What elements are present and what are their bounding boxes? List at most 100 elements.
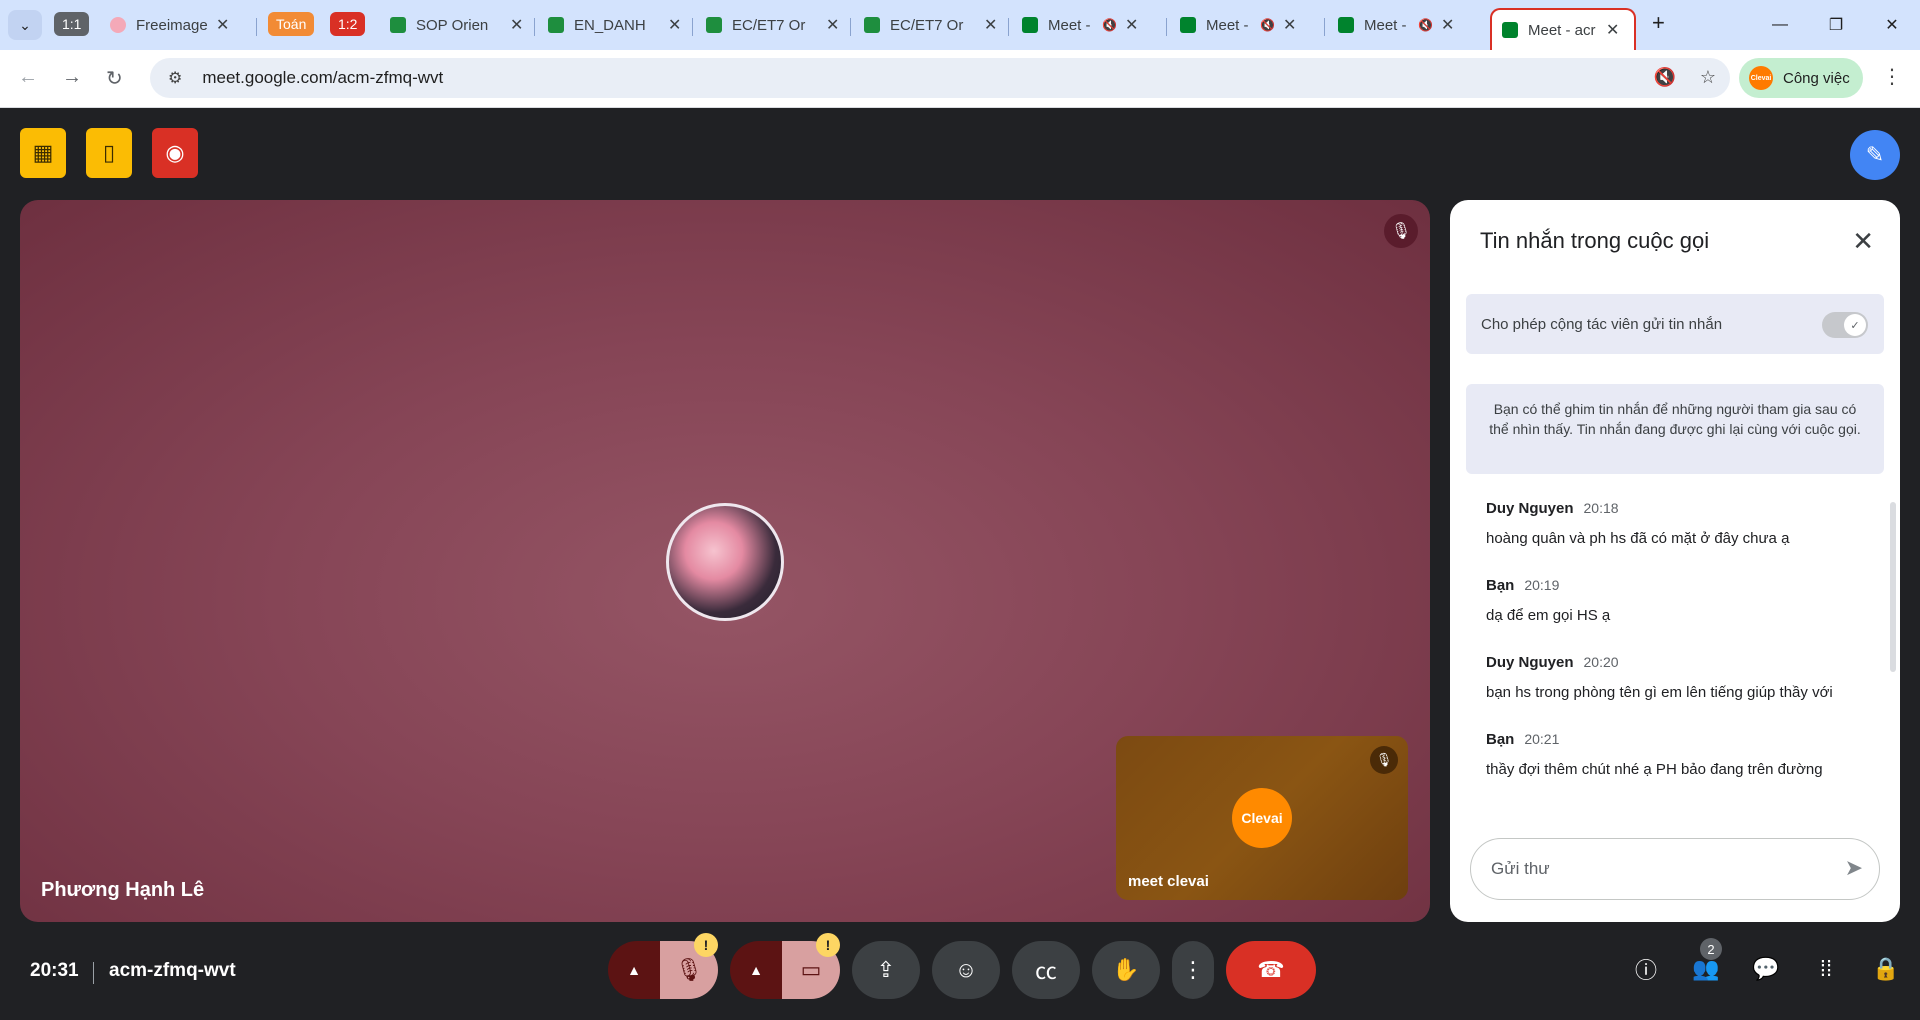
self-name: meet clevai bbox=[1128, 873, 1209, 890]
chat-permission-toggle[interactable]: ✓ bbox=[1822, 312, 1868, 338]
tab-freeimage[interactable]: Freeimage ✕ bbox=[100, 8, 239, 42]
tab-group-toan[interactable]: Toán bbox=[268, 12, 315, 36]
sheets-icon bbox=[548, 17, 564, 33]
chat-button[interactable]: 💬 bbox=[1746, 946, 1786, 992]
activities-button[interactable]: ⁞⁞ bbox=[1806, 946, 1846, 992]
participant-name: Phương Hạnh Lê bbox=[41, 879, 205, 901]
chevron-down-icon: ⌄ bbox=[19, 16, 31, 33]
tab-ec-et7-1[interactable]: EC/ET7 Or ✕ bbox=[696, 8, 849, 42]
hide-video-tool-button[interactable]: ▦ bbox=[20, 128, 66, 178]
magic-pen-icon: ✎ bbox=[1865, 142, 1885, 167]
chat-message: Bạn 20:19 dạ để em gọi HS ạ bbox=[1486, 577, 1611, 624]
apps-grid-icon: ⁞⁞ bbox=[1819, 956, 1833, 981]
mute-tab-icon[interactable]: 🔇 bbox=[1418, 18, 1433, 32]
close-tab-icon[interactable]: ✕ bbox=[1441, 15, 1454, 35]
meeting-info-button[interactable]: ⓘ bbox=[1626, 946, 1666, 992]
profile-button[interactable]: Clevai Công việc bbox=[1739, 58, 1863, 98]
sheets-icon bbox=[864, 17, 880, 33]
reactions-button[interactable]: ☺ bbox=[932, 941, 1000, 999]
tab-meet-3[interactable]: Meet - 🔇 ✕ bbox=[1328, 8, 1464, 42]
record-button[interactable]: ◉ bbox=[152, 128, 198, 178]
mic-off-icon: 🎙 bbox=[1370, 746, 1398, 774]
sheets-icon bbox=[390, 17, 406, 33]
lock-person-icon: 🔒 bbox=[1872, 956, 1900, 981]
participant-count-badge: 2 bbox=[1700, 938, 1722, 960]
self-avatar: Clevai bbox=[1232, 788, 1292, 848]
mic-off-icon: 🎙 bbox=[675, 957, 703, 982]
tab-meet-2[interactable]: Meet - 🔇 ✕ bbox=[1170, 8, 1306, 42]
effects-button[interactable]: ✎ bbox=[1850, 130, 1900, 180]
tab-en-danh[interactable]: EN_DANH ✕ bbox=[538, 8, 691, 42]
close-tab-icon[interactable]: ✕ bbox=[1606, 20, 1619, 40]
reload-icon[interactable]: ↻ bbox=[106, 66, 123, 91]
emoji-icon: ☺ bbox=[954, 957, 978, 982]
address-bar[interactable]: ⚙ meet.google.com/acm-zfmq-wvt 🔇 ☆ bbox=[150, 58, 1730, 98]
leave-room-tool-button[interactable]: ▯ bbox=[86, 128, 132, 178]
minimize-icon[interactable]: — bbox=[1752, 0, 1808, 50]
meet-icon bbox=[1022, 17, 1038, 33]
tab-muted-icon[interactable]: 🔇 bbox=[1653, 67, 1675, 88]
meet-window: ▦ ▯ ◉ ✎ 🎙 Phương Hạnh Lê 🎙 Clevai meet c… bbox=[0, 108, 1920, 1020]
close-tab-icon[interactable]: ✕ bbox=[668, 15, 681, 35]
browser-menu-icon[interactable]: ⋮ bbox=[1882, 64, 1902, 89]
new-tab-button[interactable]: + bbox=[1652, 10, 1665, 36]
present-screen-button[interactable]: ⇪ bbox=[852, 941, 920, 999]
close-tab-icon[interactable]: ✕ bbox=[1283, 15, 1296, 35]
camera-control: ▲ ▭ ! bbox=[730, 933, 840, 999]
tab-ec-et7-2[interactable]: EC/ET7 Or ✕ bbox=[854, 8, 1007, 42]
camera-off-icon: ▭ bbox=[800, 957, 822, 982]
tab-meet-active[interactable]: Meet - acr ✕ bbox=[1490, 8, 1636, 50]
chat-icon: 💬 bbox=[1752, 956, 1780, 981]
close-tab-icon[interactable]: ✕ bbox=[216, 15, 229, 35]
captions-button[interactable]: ㏄ bbox=[1012, 941, 1080, 999]
people-button[interactable]: 👥 2 bbox=[1686, 938, 1726, 992]
close-tab-icon[interactable]: ✕ bbox=[826, 15, 839, 35]
profile-avatar: Clevai bbox=[1749, 66, 1773, 90]
leave-call-button[interactable]: ☎ bbox=[1226, 941, 1316, 999]
close-chat-icon[interactable]: ✕ bbox=[1852, 226, 1874, 257]
no-video-icon: ▦ bbox=[32, 140, 54, 165]
chat-message: Bạn 20:21 thầy đợi thêm chút nhé ạ PH bảo… bbox=[1486, 731, 1823, 778]
meeting-clock: 20:31 bbox=[30, 960, 79, 981]
chat-scrollbar[interactable] bbox=[1890, 502, 1896, 672]
sheets-icon bbox=[706, 17, 722, 33]
chevron-up-icon: ▲ bbox=[627, 962, 641, 978]
tab-group-1-1[interactable]: 1:1 bbox=[54, 12, 90, 36]
tab-search-button[interactable]: ⌄ bbox=[8, 10, 42, 40]
raise-hand-button[interactable]: ✋ bbox=[1092, 941, 1160, 999]
tab-meet-1[interactable]: Meet - 🔇 ✕ bbox=[1012, 8, 1148, 42]
back-arrow-icon[interactable]: ← bbox=[18, 66, 38, 89]
end-call-icon: ☎ bbox=[1257, 957, 1285, 982]
close-window-icon[interactable]: ✕ bbox=[1864, 0, 1920, 50]
send-icon[interactable]: ➤ bbox=[1845, 855, 1863, 881]
video-options-button[interactable]: ▲ bbox=[730, 941, 782, 999]
meet-icon bbox=[1180, 17, 1196, 33]
url-text: meet.google.com/acm-zfmq-wvt bbox=[202, 68, 444, 87]
chat-permission-row: Cho phép cộng tác viên gửi tin nhắn ✓ bbox=[1466, 294, 1884, 354]
tab-sop-orien[interactable]: SOP Orien ✕ bbox=[380, 8, 533, 42]
host-controls-button[interactable]: 🔒 bbox=[1866, 946, 1906, 992]
restore-icon[interactable]: ❐ bbox=[1808, 0, 1864, 50]
self-view-tile[interactable]: 🎙 Clevai meet clevai bbox=[1116, 736, 1408, 900]
tab-group-1-2[interactable]: 1:2 bbox=[330, 12, 366, 36]
warning-icon: ! bbox=[816, 933, 840, 957]
more-options-button[interactable]: ⋮ bbox=[1172, 941, 1214, 999]
close-tab-icon[interactable]: ✕ bbox=[984, 15, 997, 35]
chat-input[interactable] bbox=[1491, 859, 1811, 879]
microphone-control: ▲ 🎙 ! bbox=[608, 933, 718, 999]
close-tab-icon[interactable]: ✕ bbox=[1125, 15, 1138, 35]
chat-panel: Tin nhắn trong cuộc gọi ✕ Cho phép cộng … bbox=[1450, 200, 1900, 922]
site-info-icon[interactable]: ⚙ bbox=[168, 68, 182, 88]
mute-tab-icon[interactable]: 🔇 bbox=[1102, 18, 1117, 32]
tab-strip: ⌄ 1:1 Freeimage ✕ Toán 1:2 SOP Orien ✕ E… bbox=[0, 0, 1920, 50]
mute-tab-icon[interactable]: 🔇 bbox=[1260, 18, 1275, 32]
forward-arrow-icon[interactable]: → bbox=[62, 66, 82, 89]
close-tab-icon[interactable]: ✕ bbox=[510, 15, 523, 35]
more-vert-icon: ⋮ bbox=[1182, 957, 1204, 982]
captions-icon: ㏄ bbox=[1034, 959, 1057, 984]
freeimage-favicon-icon bbox=[110, 17, 126, 33]
audio-options-button[interactable]: ▲ bbox=[608, 941, 660, 999]
check-icon: ✓ bbox=[1844, 314, 1866, 336]
bookmark-star-icon[interactable]: ☆ bbox=[1700, 67, 1716, 88]
door-icon: ▯ bbox=[102, 140, 116, 165]
